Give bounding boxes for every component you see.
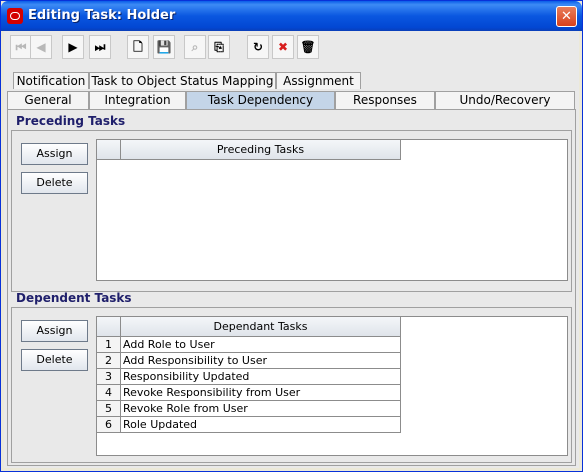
delete-button[interactable]: 🗑 [297,35,319,59]
dependent-tasks-group: Assign Delete Dependant Tasks 1 Add Role … [11,307,572,463]
previous-record-icon: ◀ [36,40,46,54]
find-button[interactable]: ⌕ [184,35,206,59]
assign-icon: ⎘ [214,40,224,54]
row-number: 1 [97,337,121,353]
close-icon: ✕ [561,9,572,24]
assign-label: Assign [36,324,73,337]
assign-label: Assign [36,147,73,160]
preceding-tasks-table[interactable]: Preceding Tasks [96,139,568,281]
save-button[interactable]: 💾 [153,35,175,59]
row-number: 2 [97,353,121,369]
dependent-task-cell[interactable]: Add Role to User [121,337,401,353]
first-record-icon: ⏮ [15,40,27,54]
tab-notification[interactable]: Notification [13,72,89,89]
dialog-content: ⏮ ◀ ▶ ⏭ 🗋 💾 ⌕ ⎘ ↻ ✖ 🗑 Notification Task to Object S… [4,31,579,468]
tab-task-dependency[interactable]: Task Dependency [186,91,335,110]
new-document-icon: 🗋 [133,40,143,54]
binoculars-icon: ⌕ [191,40,199,54]
dependent-task-cell[interactable]: Responsibility Updated [121,369,401,385]
window-title: Editing Task: Holder [28,8,176,23]
refresh-icon: ↻ [252,40,264,54]
tab-general[interactable]: General [7,91,89,110]
delete-label: Delete [36,353,73,366]
title-bar[interactable]: Editing Task: Holder ✕ [1,1,582,31]
refresh-button[interactable]: ↻ [247,35,269,59]
next-record-button[interactable]: ▶ [62,35,84,59]
preceding-assign-button[interactable]: Assign [21,143,88,165]
tab-assignment[interactable]: Assignment [276,72,361,89]
previous-record-button[interactable]: ◀ [30,35,52,59]
tab-responses[interactable]: Responses [335,91,435,110]
row-number: 4 [97,385,121,401]
oracle-app-icon [7,8,23,24]
dependent-task-cell[interactable]: Revoke Role from User [121,401,401,417]
dependent-delete-button[interactable]: Delete [21,349,88,371]
dependent-assign-button[interactable]: Assign [21,320,88,342]
table-header: Dependant Tasks [97,317,401,337]
table-corner [97,317,121,337]
first-record-button[interactable]: ⏮ [10,35,32,59]
task-dependency-panel: Preceding Tasks Assign Delete Preceding … [7,109,576,466]
assign-button[interactable]: ⎘ [208,35,230,59]
preceding-tasks-title: Preceding Tasks [16,114,126,128]
dependent-tasks-title: Dependent Tasks [16,291,132,305]
tab-undo-recovery[interactable]: Undo/Recovery [435,91,575,110]
column-header-dependant-tasks[interactable]: Dependant Tasks [121,317,401,337]
editing-task-window: Editing Task: Holder ✕ ⏮ ◀ ▶ ⏭ 🗋 💾 ⌕ ⎘ ↻ ✖ 🗑 Notif… [0,0,583,472]
table-row[interactable]: 2 Add Responsibility to User [97,353,401,369]
trash-icon: 🗑 [300,40,316,54]
column-header-preceding-tasks[interactable]: Preceding Tasks [121,140,401,160]
table-row[interactable]: 1 Add Role to User [97,337,401,353]
dependent-task-cell[interactable]: Role Updated [121,417,401,433]
table-row[interactable]: 6 Role Updated [97,417,401,433]
table-row[interactable]: 5 Revoke Role from User [97,401,401,417]
tab-integration[interactable]: Integration [89,91,186,110]
preceding-tasks-group: Assign Delete Preceding Tasks [11,130,572,292]
red-x-icon: ✖ [277,40,289,54]
dependent-task-cell[interactable]: Add Responsibility to User [121,353,401,369]
close-button[interactable]: ✕ [556,6,577,27]
new-button[interactable]: 🗋 [127,35,149,59]
last-record-icon: ⏭ [94,40,106,54]
last-record-button[interactable]: ⏭ [89,35,111,59]
table-header: Preceding Tasks [97,140,401,160]
dependent-task-cell[interactable]: Revoke Responsibility from User [121,385,401,401]
preceding-delete-button[interactable]: Delete [21,172,88,194]
save-icon: 💾 [156,40,172,54]
row-number: 6 [97,417,121,433]
delete-label: Delete [36,176,73,189]
table-row[interactable]: 3 Responsibility Updated [97,369,401,385]
table-corner [97,140,121,160]
row-number: 5 [97,401,121,417]
table-row[interactable]: 4 Revoke Responsibility from User [97,385,401,401]
tab-task-to-object-status-mapping[interactable]: Task to Object Status Mapping [89,72,276,89]
next-record-icon: ▶ [68,40,78,54]
row-number: 3 [97,369,121,385]
dependent-tasks-table[interactable]: Dependant Tasks 1 Add Role to User 2 Add Re… [96,316,568,456]
cancel-button[interactable]: ✖ [272,35,294,59]
